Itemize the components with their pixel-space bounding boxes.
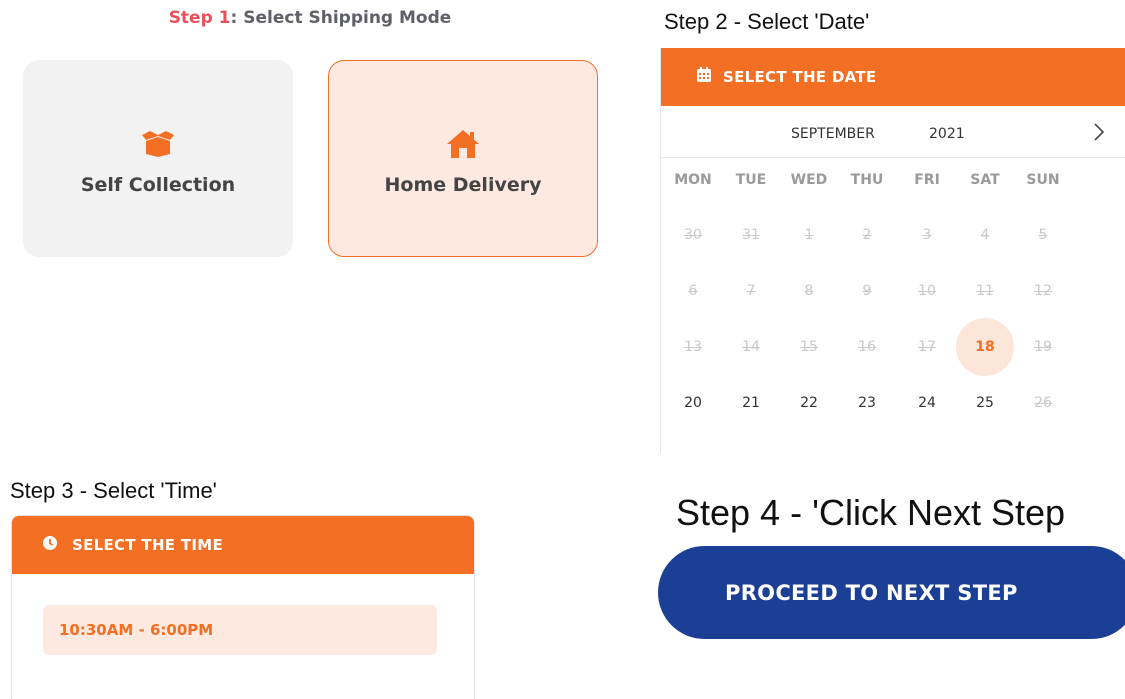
- time-slot-option[interactable]: 10:30AM - 6:00PM: [43, 605, 437, 655]
- disabled-day: 4: [980, 227, 990, 243]
- self-collection-label: Self Collection: [80, 173, 236, 196]
- time-picker-title: SELECT THE TIME: [72, 536, 224, 554]
- weekday-label: THU: [850, 172, 884, 188]
- disabled-day: 11: [976, 283, 994, 299]
- calendar-icon: [697, 67, 711, 87]
- step1-label-text: : Select Shipping Mode: [230, 8, 452, 28]
- disabled-day: 12: [1034, 283, 1052, 299]
- disabled-day: 10: [918, 283, 936, 299]
- available-day[interactable]: 24: [898, 374, 956, 432]
- disabled-day: 1: [804, 227, 814, 243]
- available-day[interactable]: 22: [780, 374, 838, 432]
- disabled-day: 2: [862, 227, 872, 243]
- proceed-to-next-step-button[interactable]: PROCEED TO NEXT STEP: [658, 546, 1125, 639]
- weekday-header-row: MON TUE WED THU FRI SAT SUN: [661, 158, 1125, 202]
- date-picker: SELECT THE DATE SEPTEMBER 2021 MON TUE WED…: [660, 48, 1125, 453]
- disabled-day: 8: [804, 283, 814, 299]
- weekday-label: SUN: [1026, 172, 1060, 188]
- step3-heading: Step 3 - Select 'Time': [10, 478, 217, 503]
- available-day[interactable]: 25: [956, 374, 1014, 432]
- year-label: 2021: [929, 126, 965, 142]
- available-day[interactable]: 23: [838, 374, 896, 432]
- step1-title: Step 1: Select Shipping Mode: [0, 8, 620, 28]
- weekday-label: WED: [790, 172, 828, 188]
- home-delivery-label: Home Delivery: [384, 173, 542, 196]
- selected-day[interactable]: 18: [956, 318, 1014, 376]
- disabled-day: 17: [918, 339, 936, 355]
- disabled-day: 14: [742, 339, 760, 355]
- date-picker-title: SELECT THE DATE: [723, 68, 877, 86]
- disabled-day: 3: [922, 227, 932, 243]
- disabled-day: 26: [1034, 395, 1052, 411]
- disabled-day: 16: [858, 339, 876, 355]
- available-day[interactable]: 21: [722, 374, 780, 432]
- disabled-day: 13: [684, 339, 702, 355]
- weekday-label: MON: [674, 172, 712, 188]
- disabled-day: 15: [800, 339, 818, 355]
- disabled-day: 7: [746, 283, 756, 299]
- clock-icon: [42, 535, 58, 556]
- month-navigation: SEPTEMBER 2021: [661, 106, 1125, 158]
- step4-heading: Step 4 - 'Click Next Step: [676, 492, 1066, 533]
- box-icon: [138, 126, 178, 162]
- disabled-day: 31: [742, 227, 760, 243]
- time-picker: SELECT THE TIME 10:30AM - 6:00PM: [11, 515, 475, 699]
- chevron-right-icon[interactable]: [1087, 118, 1111, 146]
- weekday-label: SAT: [970, 172, 1000, 188]
- month-label: SEPTEMBER: [791, 126, 875, 142]
- disabled-day: 30: [684, 227, 702, 243]
- disabled-day: 5: [1038, 227, 1048, 243]
- self-collection-option[interactable]: Self Collection: [23, 60, 293, 257]
- time-picker-header: SELECT THE TIME: [12, 516, 474, 574]
- disabled-day: 6: [688, 283, 698, 299]
- step2-heading: Step 2 - Select 'Date': [664, 9, 870, 34]
- available-day[interactable]: 20: [664, 374, 722, 432]
- step1-label-prefix: Step 1: [168, 8, 231, 28]
- home-delivery-option[interactable]: Home Delivery: [328, 60, 598, 257]
- house-icon: [443, 126, 483, 162]
- disabled-day: 19: [1034, 339, 1052, 355]
- disabled-day: 9: [862, 283, 872, 299]
- date-picker-header: SELECT THE DATE: [661, 48, 1125, 106]
- weekday-label: TUE: [735, 172, 767, 188]
- weekday-label: FRI: [914, 172, 940, 188]
